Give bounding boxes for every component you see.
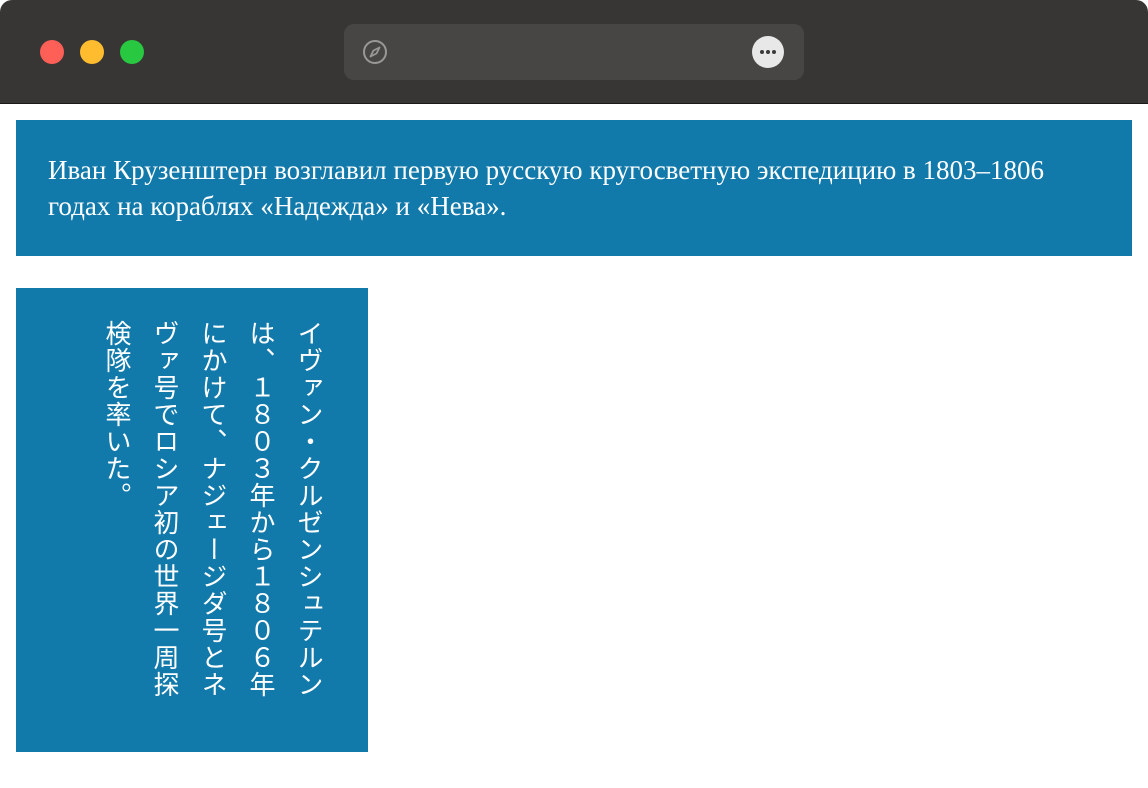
japanese-vertical-text-block: イヴァン・クルゼンシュテルンは、１８０３年から１８０６年にかけて、ナジェージダ号…: [16, 288, 368, 752]
compass-icon: [363, 40, 387, 64]
minimize-window-button[interactable]: [80, 40, 104, 64]
banner-text: Иван Крузенштерн возглавил первую русску…: [48, 155, 1045, 221]
vertical-text: イヴァン・クルゼンシュテルンは、１８０３年から１８０６年にかけて、ナジェージダ号…: [101, 320, 323, 698]
zoom-window-button[interactable]: [120, 40, 144, 64]
close-window-button[interactable]: [40, 40, 64, 64]
browser-window: Иван Крузенштерн возглавил первую русску…: [0, 0, 1148, 788]
russian-text-block: Иван Крузенштерн возглавил первую русску…: [16, 120, 1132, 256]
address-bar[interactable]: [344, 24, 804, 80]
more-options-icon[interactable]: [752, 36, 784, 68]
title-bar: [0, 0, 1148, 104]
